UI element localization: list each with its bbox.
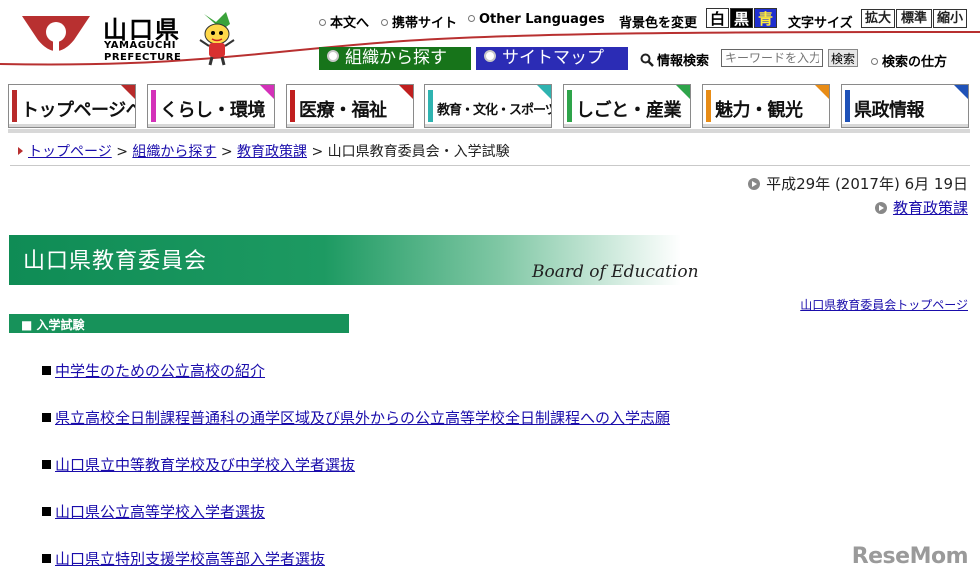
search-button[interactable]: 検索 [828, 49, 858, 67]
square-bullet-icon [42, 413, 51, 422]
watermark: ReseMom [851, 544, 969, 569]
nav-underline [8, 129, 970, 133]
square-bullet-icon [42, 507, 51, 516]
text-size-small-button[interactable]: 縮小 [933, 9, 967, 28]
tab-corner-marker [954, 85, 968, 99]
list-item: 県立高校全日制課程普通科の通学区域及び県外からの公立高等学校全日制課程への入学志… [42, 407, 670, 428]
bg-black-button[interactable]: 黒 [730, 8, 753, 28]
tab-label: しごと・産業 [576, 100, 682, 121]
breadcrumb-separator: > [116, 144, 128, 160]
tab-medical-welfare[interactable]: 医療・福祉 [286, 84, 414, 128]
text-size-label: 文字サイズ [788, 16, 853, 31]
list-item: 山口県立特別支援学校高等部入学者選抜 [42, 548, 325, 569]
breadcrumb-separator: > [311, 144, 324, 160]
page-banner: 山口県教育委員会 Board of Education [9, 235, 709, 285]
find-by-organization-button[interactable]: 組織から探す [319, 47, 471, 70]
breadcrumb: トップページ > 組織から探す > 教育政策課 > 山口県教育委員会・入学試験 [18, 141, 510, 161]
search-input[interactable] [721, 49, 823, 67]
list-link[interactable]: 山口県立中等教育学校及び中学校入学者選抜 [55, 456, 355, 474]
main-navigation: トップページへ くらし・環境 医療・福祉 教育・文化・スポーツ しごと・産業 魅… [8, 84, 970, 130]
skip-to-content-link[interactable]: 本文へ [319, 12, 369, 31]
tab-color-bar [706, 90, 711, 122]
circle-bullet-icon [484, 50, 496, 62]
page-subtitle: Board of Education [532, 262, 699, 282]
list-item: 中学生のための公立高校の紹介 [42, 360, 265, 381]
sitemap-button[interactable]: サイトマップ [476, 47, 628, 70]
tab-top-page[interactable]: トップページへ [8, 84, 136, 128]
tab-living-environment[interactable]: くらし・環境 [147, 84, 275, 128]
text-size-normal-button[interactable]: 標準 [896, 9, 932, 28]
tab-corner-marker [537, 85, 551, 99]
mobile-site-link[interactable]: 携帯サイト [381, 12, 457, 31]
tab-work-industry[interactable]: しごと・産業 [563, 84, 691, 128]
tab-education-culture-sports[interactable]: 教育・文化・スポーツ [424, 84, 552, 128]
tab-label: 教育・文化・スポーツ [437, 103, 552, 118]
text-size-large-button[interactable]: 拡大 [861, 9, 895, 28]
page-title: 山口県教育委員会 [23, 249, 208, 274]
tab-label: 医療・福祉 [299, 100, 387, 121]
square-bullet-icon [42, 366, 51, 375]
circle-bullet-icon [871, 58, 878, 65]
list-link[interactable]: 山口県公立高等学校入学者選抜 [55, 503, 265, 521]
circle-bullet-icon [327, 50, 339, 62]
section-title: ■ 入学試験 [21, 318, 85, 332]
bg-white-button[interactable]: 白 [706, 8, 729, 28]
tab-color-bar [12, 90, 17, 122]
other-languages-link[interactable]: Other Languages [468, 12, 605, 27]
tab-color-bar [290, 90, 295, 122]
tab-label: 魅力・観光 [715, 100, 803, 121]
tab-attractions-tourism[interactable]: 魅力・観光 [702, 84, 830, 128]
clock-bullet-icon [748, 178, 761, 190]
breadcrumb-current: 山口県教育委員会・入学試験 [327, 144, 510, 160]
circle-bullet-icon [319, 19, 326, 26]
breadcrumb-link-organization[interactable]: 組織から探す [132, 144, 216, 160]
square-bullet-icon [42, 460, 51, 469]
search-label: 情報検索 [640, 50, 709, 69]
update-date: 平成29年 (2017年) 6月 19日 [748, 173, 968, 194]
breadcrumb-link-top[interactable]: トップページ [28, 144, 112, 160]
tab-label: 県政情報 [854, 100, 925, 121]
search-help-link[interactable]: 検索の仕方 [871, 51, 947, 70]
mascot-icon [199, 12, 235, 66]
tab-color-bar [428, 90, 433, 122]
arrow-bullet-icon [874, 202, 887, 214]
circle-bullet-icon [468, 15, 475, 22]
department-link[interactable]: 教育政策課 [874, 197, 968, 218]
divider [10, 165, 970, 166]
logo-english-line2: PREFECTURE [104, 52, 182, 63]
list-link[interactable]: 県立高校全日制課程普通科の通学区域及び県外からの公立高等学校全日制課程への入学志… [55, 409, 670, 427]
tab-label: くらし・環境 [160, 100, 266, 121]
tab-label: トップページへ [21, 100, 136, 121]
site-header: 山口県 YAMAGUCHI PREFECTURE 本文へ 携帯サイト Other… [0, 0, 980, 78]
bg-blue-button[interactable]: 青 [754, 8, 777, 28]
list-item: 山口県公立高等学校入学者選抜 [42, 501, 265, 522]
section-header: ■ 入学試験 [9, 314, 349, 333]
circle-bullet-icon [381, 19, 388, 26]
bg-color-label: 背景色を変更 [619, 16, 698, 31]
tab-color-bar [567, 90, 572, 122]
logo-english-line1: YAMAGUCHI [104, 40, 176, 51]
tab-corner-marker [815, 85, 829, 99]
list-item: 山口県立中等教育学校及び中学校入学者選抜 [42, 454, 355, 475]
board-top-page-link[interactable]: 山口県教育委員会トップページ [800, 296, 968, 313]
square-bullet-icon [42, 554, 51, 563]
tab-color-bar [845, 90, 850, 122]
breadcrumb-link-department[interactable]: 教育政策課 [237, 144, 307, 160]
prefecture-emblem-icon[interactable] [20, 10, 92, 64]
list-link[interactable]: 中学生のための公立高校の紹介 [55, 362, 265, 380]
triangle-bullet-icon [18, 147, 23, 155]
tab-color-bar [151, 90, 156, 122]
magnifier-icon [640, 53, 654, 67]
tab-corner-marker [399, 85, 413, 99]
breadcrumb-separator: > [220, 144, 233, 160]
tab-prefectural-info[interactable]: 県政情報 [841, 84, 969, 128]
list-link[interactable]: 山口県立特別支援学校高等部入学者選抜 [55, 550, 325, 568]
